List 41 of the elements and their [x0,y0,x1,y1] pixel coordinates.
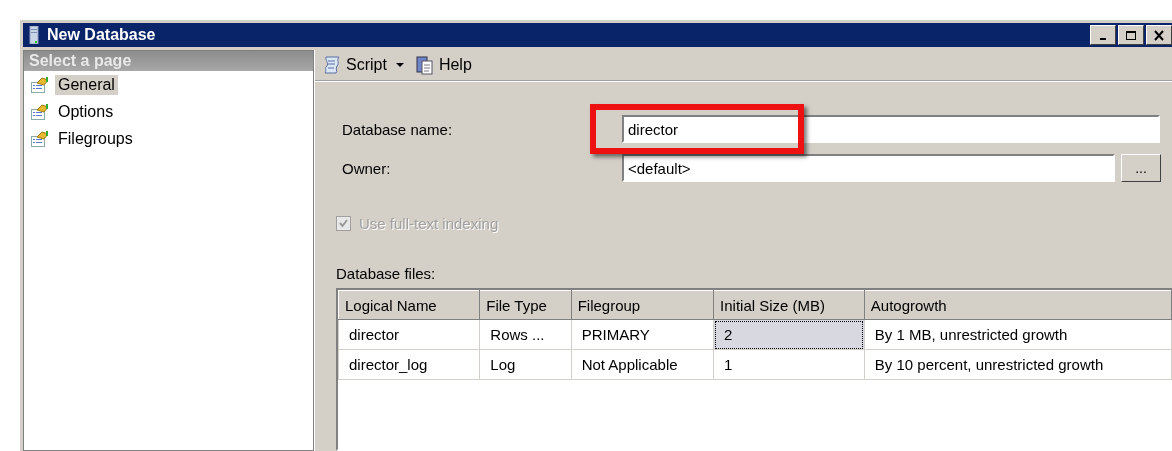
document-icon [415,55,434,75]
column-header[interactable]: File Type [479,290,572,320]
browse-button[interactable]: ... [1121,154,1161,182]
table-cell[interactable]: Rows ... [479,319,572,350]
minimize-button[interactable] [1090,25,1116,45]
script-button[interactable]: Script [321,53,406,77]
table-label: Database files: [335,265,437,282]
close-icon [1153,29,1165,41]
table-cell[interactable]: director [338,319,480,350]
table-cell[interactable]: By 1 MB, unrestricted growth [864,319,1172,350]
table-cell[interactable]: Log [479,349,572,380]
help-button[interactable]: Help [413,53,474,77]
page-item[interactable]: Options [55,101,117,122]
page-icon [31,103,49,120]
table-cell[interactable]: director_log [338,349,480,380]
page-item[interactable]: General [55,74,118,95]
page-icon [31,130,49,147]
check-icon [339,218,348,228]
page-icon [31,76,49,93]
sidebar-header: Select a page [24,51,313,71]
close-button[interactable] [1146,25,1172,45]
field-label: Owner: [342,159,392,177]
maximize-button[interactable] [1118,25,1144,45]
table-cell[interactable]: Not Applicable [571,349,714,380]
column-header[interactable]: Logical Name [338,290,480,320]
column-header[interactable]: Filegroup [571,290,714,320]
window-title: New Database [47,26,156,44]
database-name-field[interactable]: director [622,115,1160,143]
maximize-icon [1125,29,1137,41]
table-cell[interactable]: By 10 percent, unrestricted growth [864,349,1172,380]
table-cell[interactable]: 1 [713,349,865,380]
owner-field[interactable]: <default> [622,154,1115,182]
column-header[interactable]: Initial Size (MB) [713,290,865,320]
minimize-icon [1100,38,1106,40]
page-item[interactable]: Filegroups [55,128,136,149]
database-icon [29,26,39,44]
column-header[interactable]: Autogrowth [864,290,1172,320]
scroll-icon [323,55,341,75]
field-label: Database name: [342,120,454,138]
table-cell[interactable]: 2 [713,319,865,350]
table-cell[interactable]: PRIMARY [571,319,714,350]
